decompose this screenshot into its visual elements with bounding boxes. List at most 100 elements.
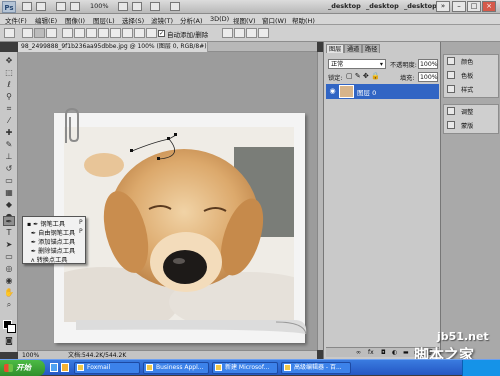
healing-brush-tool-icon[interactable]: ✚ <box>3 128 15 138</box>
flyout-add-anchor-tool[interactable]: ✒ 添加锚点工具 <box>27 237 75 246</box>
adjustment-layer-icon[interactable]: ◐ <box>392 349 397 356</box>
lock-icons[interactable]: ▢ ✎ ✥ 🔒 <box>346 72 380 80</box>
paths-button[interactable] <box>34 28 45 38</box>
blend-mode-select[interactable]: 正常 ▾ <box>328 59 386 69</box>
brush-tool-icon[interactable]: ✎ <box>3 140 15 150</box>
move-tool-icon[interactable]: ✥ <box>3 56 15 66</box>
eraser-tool-icon[interactable]: ▭ <box>3 176 15 186</box>
3d-rotate-tool-icon[interactable]: ◎ <box>3 264 15 274</box>
link-layers-icon[interactable]: ∞ <box>356 349 361 356</box>
document-tab[interactable]: 98_2499888_9f1b236aa95dbbe.jpg @ 100% (图… <box>18 42 208 52</box>
menu-help[interactable]: 帮助(H) <box>292 15 315 25</box>
path-exclude-button[interactable] <box>258 28 269 38</box>
ellipse-option-button[interactable] <box>110 28 121 38</box>
dock-styles[interactable]: 样式 <box>447 84 473 97</box>
quick-launch-icon[interactable] <box>50 363 58 372</box>
line-option-button[interactable] <box>134 28 145 38</box>
menu-image[interactable]: 图像(I) <box>65 15 85 25</box>
task-foxmail[interactable]: Foxmail <box>74 362 140 374</box>
background-color-swatch[interactable] <box>7 324 16 333</box>
pen-tool-icon[interactable]: ✒ <box>3 216 15 226</box>
marquee-tool-icon[interactable]: ⬚ <box>3 68 15 78</box>
quick-mask-icon[interactable]: ◙ <box>3 336 15 346</box>
3d-camera-tool-icon[interactable]: ◉ <box>3 276 15 286</box>
menu-3d[interactable]: 3D(D) <box>210 15 229 23</box>
zoom-level-icon[interactable] <box>70 2 80 11</box>
layer-name[interactable]: 图层 0 <box>357 87 376 97</box>
path-subtract-button[interactable] <box>234 28 245 38</box>
bridge-icon[interactable] <box>22 2 32 11</box>
flyout-pen-tool[interactable]: ▪ ✒ 钢笔工具 <box>27 219 65 228</box>
tab-channels[interactable]: 通道 <box>344 44 363 53</box>
menu-layer[interactable]: 图层(L) <box>93 15 115 25</box>
task-editor[interactable]: 高级编辑器 - 百... <box>281 362 351 374</box>
dock-adjustments[interactable]: 调整 <box>447 106 473 119</box>
dock-color[interactable]: 颜色 <box>447 56 473 69</box>
tab-paths[interactable]: 路径 <box>362 44 381 53</box>
zoom-level-dropdown[interactable]: 100% <box>90 2 109 10</box>
clone-stamp-tool-icon[interactable]: ⊥ <box>3 152 15 162</box>
rounded-rect-option-button[interactable] <box>98 28 109 38</box>
history-brush-tool-icon[interactable]: ↺ <box>3 164 15 174</box>
menu-filter[interactable]: 滤镜(T) <box>151 15 173 25</box>
fill-pixels-button[interactable] <box>46 28 57 38</box>
eye-icon[interactable]: ◉ <box>328 87 337 96</box>
zoom-tool-icon[interactable]: ⌕ <box>3 300 15 310</box>
crop-tool-icon[interactable]: ⌗ <box>3 104 15 114</box>
workspace-button-1[interactable]: _desktop <box>328 2 361 10</box>
menu-analysis[interactable]: 分析(A) <box>180 15 203 25</box>
system-tray[interactable] <box>462 360 500 376</box>
minimize-icon[interactable]: – <box>452 1 466 12</box>
tab-layers[interactable]: 图层 <box>326 44 345 53</box>
shape-tool-icon[interactable]: ▭ <box>3 252 15 262</box>
blur-tool-icon[interactable]: ◆ <box>3 200 15 210</box>
custom-shape-option-button[interactable] <box>146 28 157 38</box>
layer-row[interactable]: ◉ 图层 0 <box>326 84 439 99</box>
arrange-documents-icon[interactable] <box>150 2 160 11</box>
workspace-menu-icon[interactable]: » <box>436 1 450 12</box>
new-group-icon[interactable]: ▬ <box>403 349 409 356</box>
screen-mode-icon[interactable] <box>170 2 180 11</box>
lasso-tool-icon[interactable]: ℓ <box>3 80 15 90</box>
auto-add-delete-checkbox[interactable]: ✓ <box>158 30 165 37</box>
close-icon[interactable]: × <box>482 1 496 12</box>
flyout-delete-anchor-tool[interactable]: ✒ 删除锚点工具 <box>27 246 75 255</box>
puppy-photo[interactable] <box>64 127 294 322</box>
dock-masks[interactable]: 蒙版 <box>447 120 473 133</box>
dock-swatches[interactable]: 色板 <box>447 70 473 83</box>
path-intersect-button[interactable] <box>246 28 257 38</box>
type-tool-icon[interactable]: T <box>3 228 15 238</box>
pen-option-button[interactable] <box>62 28 73 38</box>
menu-edit[interactable]: 编辑(E) <box>35 15 57 25</box>
add-mask-icon[interactable]: ◘ <box>381 349 386 356</box>
tool-preset-picker[interactable] <box>4 28 15 38</box>
menu-window[interactable]: 窗口(W) <box>262 15 287 25</box>
fill-input[interactable]: 100% <box>418 72 438 82</box>
eyedropper-tool-icon[interactable]: ⁄ <box>3 116 15 126</box>
document-canvas-area[interactable] <box>18 52 317 350</box>
menu-select[interactable]: 选择(S) <box>122 15 144 25</box>
path-selection-tool-icon[interactable]: ➤ <box>3 240 15 250</box>
flyout-freeform-pen-tool[interactable]: ✒ 自由钢笔工具 <box>27 228 75 237</box>
rotate-view-icon[interactable] <box>132 2 142 11</box>
quick-launch-icon-2[interactable] <box>61 363 69 372</box>
menu-file[interactable]: 文件(F) <box>5 15 27 25</box>
path-combine-button[interactable] <box>222 28 233 38</box>
gradient-tool-icon[interactable]: ▦ <box>3 188 15 198</box>
start-button[interactable]: 开始 <box>0 360 45 376</box>
view-extras-icon[interactable] <box>56 2 66 11</box>
hand-tool-icon[interactable]: ✋ <box>3 288 15 298</box>
polygon-option-button[interactable] <box>122 28 133 38</box>
menu-view[interactable]: 视图(V) <box>233 15 256 25</box>
freeform-pen-option-button[interactable] <box>74 28 85 38</box>
maximize-icon[interactable]: □ <box>467 1 481 12</box>
rectangle-option-button[interactable] <box>86 28 97 38</box>
flyout-convert-point-tool[interactable]: ʌ 转换点工具 <box>27 255 68 264</box>
workspace-button-3[interactable]: _desktop <box>404 2 437 10</box>
task-business[interactable]: Business Appl... <box>143 362 209 374</box>
shape-layers-button[interactable] <box>22 28 33 38</box>
workspace-button-2[interactable]: _desktop <box>366 2 399 10</box>
quick-selection-tool-icon[interactable]: ⚲ <box>3 92 15 102</box>
opacity-input[interactable]: 100% <box>418 59 438 69</box>
task-word[interactable]: 新建 Microsof... <box>212 362 278 374</box>
